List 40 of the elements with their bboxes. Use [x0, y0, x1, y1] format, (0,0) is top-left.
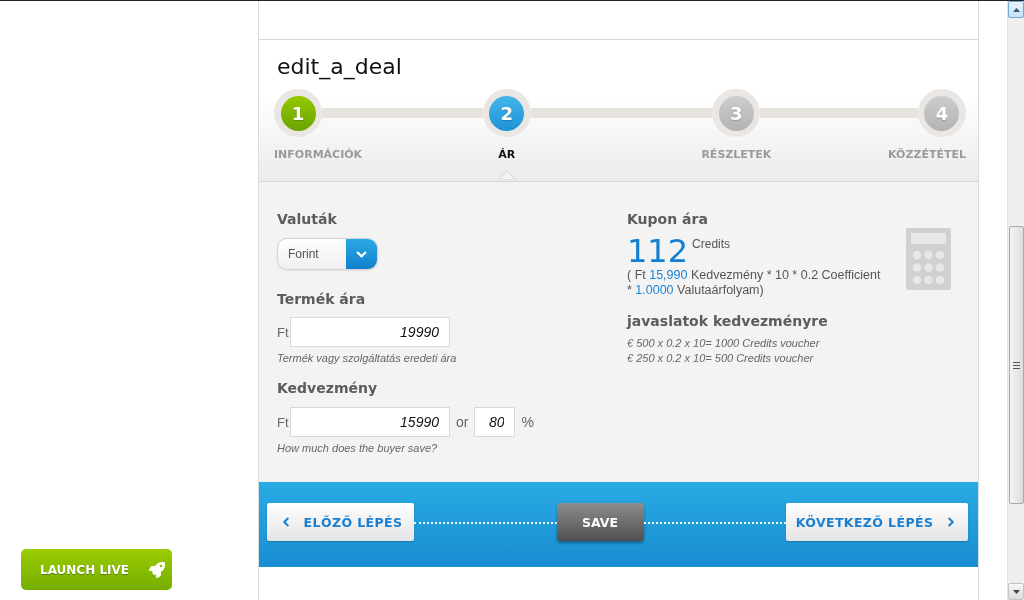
- suggestion-line: € 250 x 0.2 x 10= 500 Credits voucher: [627, 351, 814, 366]
- calculator-icon: [906, 228, 951, 290]
- save-button[interactable]: SAVE: [556, 503, 644, 541]
- percent-sign: %: [521, 414, 534, 430]
- launch-live-button[interactable]: LAUNCH LIVE: [21, 549, 172, 590]
- field-label: Kedvezmény: [277, 380, 378, 397]
- previous-step-button[interactable]: ELŐZŐ LÉPÉS: [267, 503, 414, 541]
- page-title: edit_a_deal: [277, 53, 402, 81]
- scrollbar-thumb[interactable]: [1008, 226, 1024, 504]
- step-number[interactable]: 2: [482, 89, 531, 137]
- dropdown-toggle[interactable]: [346, 239, 377, 269]
- step-number[interactable]: 1: [274, 89, 322, 137]
- price-formula: ( Ft 15,990 Kedvezmény * 10 * 0.2 Coefficient * 1.0000 Valutaárfolyam): [627, 268, 882, 298]
- field-label: Termék ára: [277, 291, 366, 308]
- step-label[interactable]: INFORMÁCIÓK: [274, 148, 363, 162]
- caret-down-icon: [1012, 589, 1020, 594]
- step-label[interactable]: ÁR: [498, 148, 516, 162]
- step-label[interactable]: KÖZZÉTÉTEL: [888, 148, 966, 162]
- currency-unit: Ft: [277, 414, 290, 430]
- field-label: Valuták: [277, 211, 337, 228]
- discount-input[interactable]: 15990: [290, 407, 450, 437]
- scroll-up-button[interactable]: [1008, 1, 1024, 18]
- percent-input[interactable]: 80: [474, 407, 516, 437]
- next-step-button[interactable]: KÖVETKEZŐ LÉPÉS: [786, 503, 968, 541]
- suggestion-line: € 500 x 0.2 x 10= 1000 Credits voucher: [627, 336, 820, 351]
- field-label: Kupon ára: [627, 211, 708, 228]
- credits-amount: 112: [627, 234, 689, 268]
- scroll-down-button[interactable]: [1008, 583, 1024, 600]
- caret-up-icon: [1012, 7, 1020, 12]
- section-heading: javaslatok kedvezményre: [627, 313, 828, 330]
- field-hint: Termék vagy szolgáltatás eredeti ára: [277, 352, 457, 365]
- currency-select[interactable]: Forint: [277, 238, 378, 270]
- price-input[interactable]: 19990: [290, 317, 450, 347]
- field-hint: How much does the buyer save?: [277, 442, 438, 455]
- rocket-icon: [149, 561, 165, 578]
- grip-icon: [1012, 361, 1020, 369]
- credits-unit: Credits: [692, 237, 731, 251]
- currency-unit: Ft: [277, 324, 290, 340]
- step-label[interactable]: RÉSZLETEK: [701, 148, 772, 162]
- or-text: or: [456, 414, 469, 430]
